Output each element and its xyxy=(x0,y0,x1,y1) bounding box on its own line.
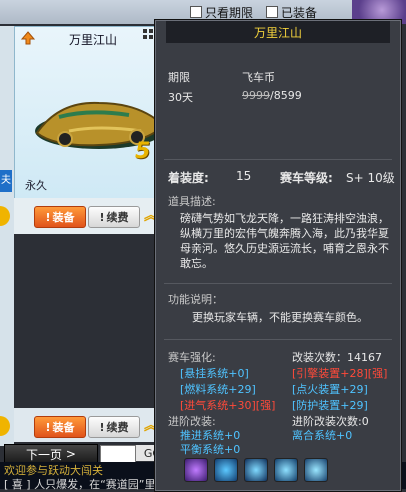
enh-ignition: [点火装置+29] xyxy=(292,383,368,396)
function-heading: 功能说明： xyxy=(168,293,223,306)
equipped-label: 已装备 xyxy=(281,5,318,20)
only-expired-label: 只看期限 xyxy=(205,5,254,20)
price-label: 飞车币 xyxy=(242,71,275,84)
left-edge-strip xyxy=(0,26,14,446)
part-slot-icon xyxy=(214,458,238,482)
exclaim-icon: ! xyxy=(99,420,105,434)
equip-label: 装备 xyxy=(52,421,75,434)
tooltip-title: 万里江山 xyxy=(166,21,390,43)
wear-value: 15 xyxy=(236,169,252,183)
exclaim-icon: ! xyxy=(45,420,51,434)
mod-count-label: 改装次数： xyxy=(292,351,347,364)
divider xyxy=(164,159,392,160)
adv-clutch: 离合系统+0 xyxy=(292,429,353,442)
renew-label: 续费 xyxy=(106,211,129,224)
price-old: 9999 xyxy=(242,89,270,102)
exclaim-icon: ! xyxy=(45,210,51,224)
only-expired-checkbox[interactable] xyxy=(190,6,202,18)
renew-button[interactable]: ! 续费 xyxy=(88,416,140,438)
card-duration: 永久 xyxy=(25,179,47,192)
page-input[interactable] xyxy=(100,445,136,463)
price-new: /8599 xyxy=(270,89,302,102)
enh-suspension: [悬挂系统+0] xyxy=(180,367,249,380)
enh-fuel: [燃料系统+29] xyxy=(180,383,256,396)
equipped-checkbox[interactable] xyxy=(266,6,278,18)
desc-text: 磅礴气势如飞龙天降，一路狂涛排空浊浪，纵横万里的宏伟气魄奔腾入海，此乃我华夏母亲… xyxy=(180,212,389,270)
adv-balance: 平衡系统+0 xyxy=(180,443,241,456)
filter-equipped[interactable]: 已装备 xyxy=(266,4,317,20)
level-value: S+ 10级 xyxy=(346,171,395,185)
next-page-button[interactable]: 下一页 > xyxy=(4,444,98,464)
level-badge: 5 xyxy=(135,139,151,164)
part-slot-icon xyxy=(304,458,328,482)
level-label: 赛车等级: xyxy=(280,171,333,185)
renew-button[interactable]: ! 续费 xyxy=(88,206,140,228)
enh-engine: [引擎装置+28][强] xyxy=(292,367,388,380)
card-title: 万里江山 xyxy=(69,33,118,47)
equip-button[interactable]: ! 装备 xyxy=(34,206,86,228)
filter-only-expired[interactable]: 只看期限 xyxy=(190,4,253,20)
exclaim-icon: ! xyxy=(99,210,105,224)
part-slot-icon xyxy=(274,458,298,482)
function-text: 更换玩家车辆，不能更换赛车颜色。 xyxy=(192,311,368,324)
equip-label: 装备 xyxy=(52,211,75,224)
favorite-icon[interactable] xyxy=(21,31,35,45)
item-tooltip: 万里江山 期限 飞车币 30天 9999/8599 着装度: 15 赛车等级: … xyxy=(155,20,401,491)
next-page-label: 下一页 xyxy=(26,447,63,462)
enh-protection: [防护装置+29] xyxy=(292,399,368,412)
mod-count: 改装次数：14167 xyxy=(292,349,382,365)
mod-count-value: 14167 xyxy=(347,351,382,364)
divider xyxy=(164,339,392,340)
adv-count-value: 0 xyxy=(361,415,369,428)
grid-icon[interactable] xyxy=(143,29,153,39)
equip-button[interactable]: ! 装备 xyxy=(34,416,86,438)
part-slot-icon xyxy=(184,458,208,482)
price-value: 9999/8599 xyxy=(242,89,302,102)
period-label: 期限 xyxy=(168,71,190,84)
renew-label: 续费 xyxy=(106,421,129,434)
divider xyxy=(164,283,392,284)
part-slot-icon xyxy=(244,458,268,482)
side-tab[interactable]: 夫 xyxy=(0,170,12,192)
desc-heading: 道具描述: xyxy=(168,195,216,208)
period-value: 30天 xyxy=(168,91,193,104)
wear-label: 着装度: xyxy=(168,171,209,185)
enh-intake: [进气系统+30][强] xyxy=(180,399,276,412)
enhance-heading: 赛车强化: xyxy=(168,351,216,364)
